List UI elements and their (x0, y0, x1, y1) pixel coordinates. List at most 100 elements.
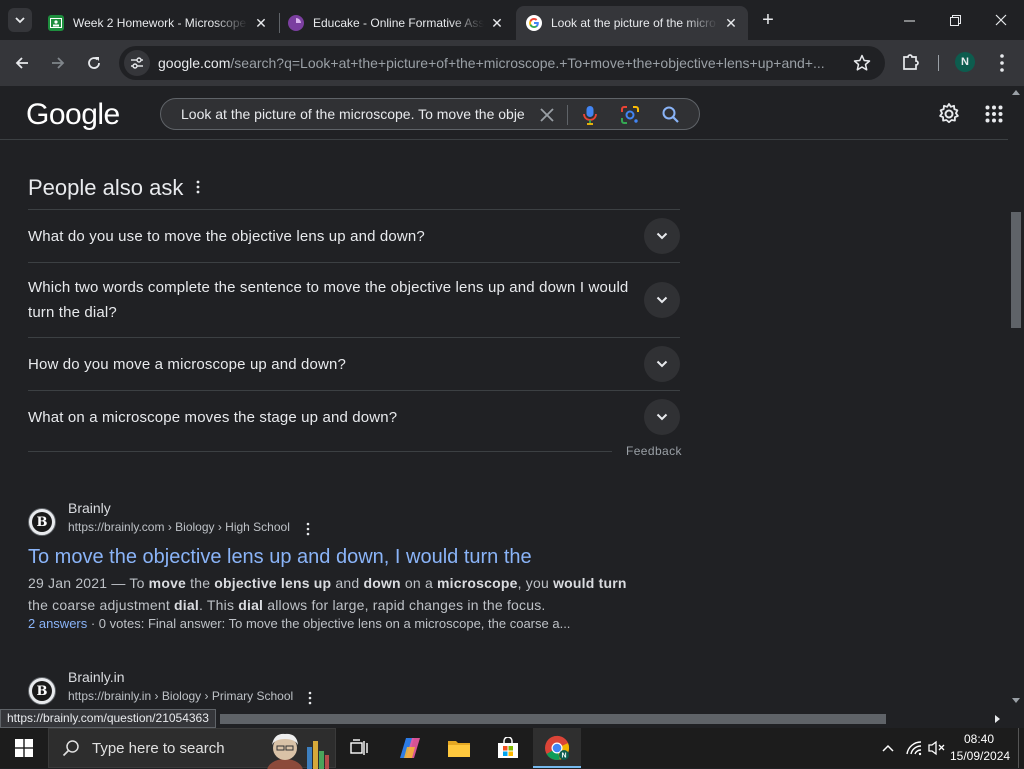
brainly-logo-icon: B (32, 681, 52, 701)
tab-educake[interactable]: Educake - Online Formative Ass ✕ (278, 6, 514, 40)
restore-icon (949, 14, 961, 26)
search-divider (567, 105, 568, 125)
close-tab-icon[interactable]: ✕ (252, 14, 270, 32)
folder-icon (448, 741, 470, 757)
windows-logo-icon (15, 739, 33, 757)
microsoft-store-button[interactable] (484, 728, 532, 768)
copilot-icon (400, 738, 420, 758)
volume-button[interactable] (927, 728, 947, 768)
task-view-button[interactable] (336, 728, 384, 768)
clear-search-icon[interactable] (537, 105, 557, 125)
paa-question[interactable]: What do you use to move the objective le… (28, 209, 680, 262)
paa-question-text: What on a microscope moves the stage up … (28, 408, 398, 426)
search-box[interactable] (160, 98, 700, 130)
paa-question[interactable]: Which two words complete the sentence to… (28, 262, 680, 337)
profile-avatar[interactable]: N (955, 52, 975, 72)
close-tab-icon[interactable]: ✕ (488, 14, 506, 32)
link-status-bubble: https://brainly.com/question/21054363 (0, 709, 216, 728)
toolbar-divider (938, 55, 939, 71)
expand-chevron-icon[interactable] (644, 346, 680, 382)
snippet-text: allows for large, rapid changes in the f… (263, 597, 546, 613)
settings-gear-icon[interactable] (937, 102, 961, 126)
search-input[interactable] (181, 106, 525, 122)
feedback-link[interactable]: Feedback (626, 444, 682, 458)
google-header: Google (0, 86, 1008, 140)
people-also-ask-list: What do you use to move the objective le… (28, 209, 680, 443)
close-window-button[interactable] (978, 0, 1024, 40)
restore-button[interactable] (932, 0, 978, 40)
expand-chevron-icon[interactable] (644, 282, 680, 318)
result-options-icon[interactable] (304, 522, 312, 536)
vertical-scrollbar[interactable] (1008, 86, 1024, 711)
start-button[interactable] (0, 728, 48, 768)
reload-icon (88, 57, 100, 69)
microphone-icon[interactable] (580, 104, 600, 126)
file-explorer-button[interactable] (435, 728, 483, 768)
more-options-icon[interactable] (193, 180, 203, 194)
taskbar-clock[interactable]: 08:40 15/09/2024 (950, 731, 1010, 765)
google-g-icon (526, 15, 542, 31)
scrollbar-thumb[interactable] (220, 714, 886, 724)
paa-question[interactable]: What on a microscope moves the stage up … (28, 390, 680, 443)
google-lens-icon[interactable] (619, 104, 641, 126)
chrome-taskbar-button[interactable]: N (533, 728, 581, 768)
tab-title: Educake - Online Formative Ass (313, 16, 484, 30)
wifi-icon (906, 741, 922, 756)
result-site-name[interactable]: Brainly.in (68, 669, 125, 685)
show-desktop-button[interactable] (1018, 728, 1019, 768)
result-options-icon[interactable] (306, 691, 314, 705)
search-icon (62, 740, 79, 757)
copilot-button[interactable] (386, 728, 434, 768)
new-tab-plus-icon[interactable]: + (757, 9, 779, 31)
paa-question-text: How do you move a microscope up and down… (28, 355, 346, 373)
google-logo[interactable]: Google (26, 98, 120, 132)
people-also-ask-heading: People also ask (28, 175, 184, 200)
snippet-text: on a (400, 575, 438, 591)
reload-button[interactable] (80, 49, 108, 77)
forward-button[interactable] (44, 49, 72, 77)
search-results: People also ask What do you use to move … (0, 141, 1008, 711)
expand-chevron-icon[interactable] (644, 218, 680, 254)
search-icon[interactable] (661, 105, 681, 125)
extensions-puzzle-icon[interactable] (900, 51, 922, 73)
snippet-text: . This (198, 597, 239, 613)
back-button[interactable] (8, 49, 36, 77)
result-meta-text: · 0 votes: Final answer: To move the obj… (87, 616, 571, 631)
expand-chevron-icon[interactable] (644, 399, 680, 435)
address-bar[interactable]: google.com/search?q=Look+at+the+picture+… (119, 46, 885, 80)
store-bag-icon (498, 737, 518, 758)
result-url[interactable]: https://brainly.com › Biology › High Sch… (68, 520, 290, 534)
browser-menu-icon[interactable] (993, 53, 1011, 73)
snippet-keyword: move (148, 575, 187, 591)
tab-search-button[interactable] (8, 8, 32, 32)
tab-homework[interactable]: Week 2 Homework - Microscope ✕ (38, 6, 278, 40)
snippet-keyword: dial (238, 597, 264, 613)
paa-question[interactable]: How do you move a microscope up and down… (28, 337, 680, 390)
result-site-name[interactable]: Brainly (68, 500, 111, 516)
answers-link[interactable]: 2 answers (28, 616, 87, 631)
network-button[interactable] (903, 728, 925, 768)
minimize-button[interactable] (886, 0, 932, 40)
taskbar-search-box[interactable]: Type here to search (48, 728, 336, 769)
scrollbar-thumb[interactable] (1011, 212, 1021, 328)
tab-google-search[interactable]: Look at the picture of the micro ✕ (516, 6, 748, 40)
paa-question-text: What do you use to move the objective le… (28, 227, 425, 245)
close-tab-icon[interactable]: ✕ (722, 14, 740, 32)
google-apps-grid-icon[interactable] (985, 105, 1003, 123)
bookmark-star-icon[interactable] (853, 54, 871, 72)
site-info-icon[interactable] (124, 50, 150, 76)
snippet-text: , you (517, 575, 554, 591)
scroll-right-arrow-icon[interactable] (995, 715, 1000, 723)
scroll-up-arrow-icon[interactable] (1012, 90, 1020, 95)
browser-toolbar: google.com/search?q=Look+at+the+picture+… (0, 40, 1024, 86)
scroll-down-arrow-icon[interactable] (1012, 698, 1020, 703)
show-hidden-icons-button[interactable] (878, 728, 898, 768)
snippet-text: the coarse adjustment (28, 597, 175, 613)
result-title-link[interactable]: To move the objective lens up and down, … (28, 546, 532, 569)
result-url[interactable]: https://brainly.in › Biology › Primary S… (68, 689, 293, 703)
brainly-favicon: B (28, 677, 56, 705)
forward-arrow-icon (52, 57, 65, 69)
educake-icon (288, 15, 304, 31)
url-text: google.com/search?q=Look+at+the+picture+… (158, 55, 848, 71)
close-icon (995, 14, 1007, 26)
